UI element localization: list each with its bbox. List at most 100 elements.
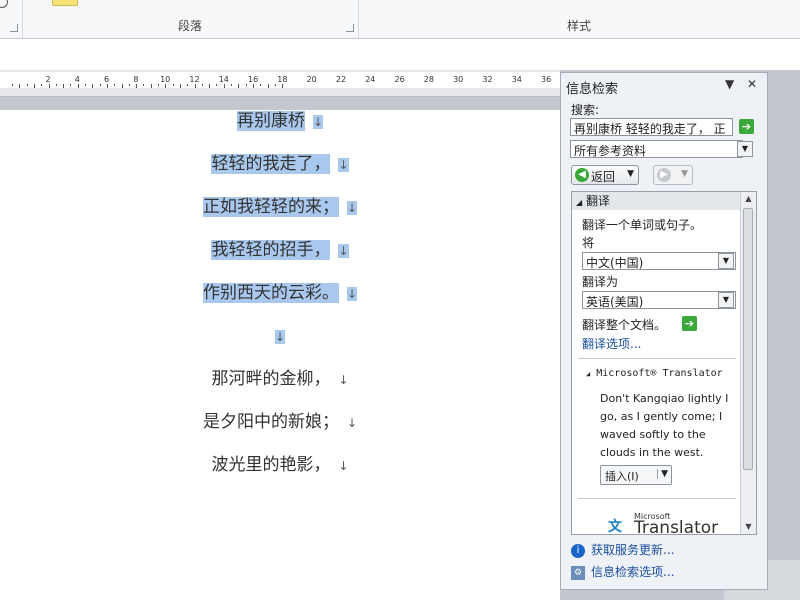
search-input[interactable]: 再别康桥 轻轻的我走了， 正 <box>570 118 733 136</box>
paragraph-mark-icon: ↓ <box>338 459 349 473</box>
translate-document-link[interactable]: 翻译整个文档。 <box>582 316 666 333</box>
ruler-number: 8 <box>133 75 139 84</box>
ruler-tick <box>48 84 50 88</box>
ruler-tick <box>92 84 94 88</box>
back-button[interactable]: ◀ 返回 ▼ <box>571 165 639 185</box>
ruler-number: 22 <box>335 75 347 84</box>
ruler-tick <box>143 84 145 86</box>
paragraph-mark-icon: ↓ <box>338 373 349 387</box>
ribbon-group-label: 段落 <box>177 19 202 33</box>
close-icon[interactable]: ✕ <box>747 77 757 91</box>
translation-text: Don't Kangqiao lightly I go, as I gently… <box>600 392 729 459</box>
chevron-down-icon[interactable]: ▼ <box>718 253 734 269</box>
ruler-number: 4 <box>74 75 80 84</box>
paragraph-mark-icon: ↓ <box>312 115 324 129</box>
document-line[interactable]: 正如我轻轻的来； ↓ <box>0 186 560 228</box>
search-label: 搜索: <box>571 103 600 117</box>
translator-logo-icon: 文 <box>608 519 622 535</box>
research-options-link[interactable]: ⚙ 信息检索选项... <box>571 563 674 580</box>
ribbon: 段落 样式 <box>0 0 800 39</box>
ruler-tick <box>12 84 13 86</box>
ruler-tick <box>201 84 203 86</box>
ribbon-group-styles: 样式 <box>358 0 800 38</box>
from-language-select[interactable]: 中文(中国) <box>582 252 736 270</box>
ruler-tick <box>150 84 152 88</box>
ruler-tick <box>216 84 218 86</box>
document-line-text: 再别康桥 <box>236 111 305 131</box>
document-line[interactable]: 是夕阳中的新娘； ↓ <box>0 401 560 443</box>
logo-big-text: Translator <box>634 518 719 535</box>
ribbon-group-label: 样式 <box>566 19 591 33</box>
chevron-down-icon[interactable]: ▼ <box>627 169 634 179</box>
ruler-number: 2 <box>45 75 51 84</box>
horizontal-ruler[interactable]: 2468101214161820222426283032343638 <box>0 70 580 97</box>
paragraph-mark-icon: ↓ <box>346 287 358 301</box>
document-line-text: 轻轻的我走了， <box>211 154 331 174</box>
document-line[interactable]: 波光里的艳影， ↓ <box>0 444 560 486</box>
document-line-text: 是夕阳中的新娘； <box>202 412 339 432</box>
document-line[interactable]: 轻轻的我走了， ↓ <box>0 143 560 185</box>
pane-menu-icon[interactable]: ▼ <box>725 77 734 91</box>
results-scrollbar[interactable]: ▲ ▼ <box>740 192 756 534</box>
ruler-number: 18 <box>277 75 288 84</box>
document-line[interactable]: 我轻轻的招手， ↓ <box>0 229 560 271</box>
ruler-tick <box>55 84 57 86</box>
ruler-tick <box>165 84 167 88</box>
ruler-number: 10 <box>160 75 171 84</box>
ruler-number: 30 <box>453 75 464 84</box>
ruler-tick <box>41 84 43 86</box>
provider-header[interactable]: ◢ Microsoft® Translator <box>586 368 723 379</box>
document-line[interactable]: ↓ <box>0 315 560 357</box>
to-language-label: 翻译为 <box>582 275 619 289</box>
ruler-strip: 2468101214161820222426283032343638 <box>0 72 580 88</box>
source-select[interactable]: 所有参考资料 <box>570 140 743 158</box>
ruler-tick <box>114 84 116 86</box>
ruler-tick <box>85 84 86 86</box>
ruler-tick <box>209 84 211 88</box>
get-updates-link[interactable]: i 获取服务更新... <box>571 541 674 558</box>
ruler-tick <box>121 84 123 88</box>
ruler-number: 36 <box>541 75 552 84</box>
translate-go-icon[interactable]: ➔ <box>682 316 697 331</box>
ruler-number: 24 <box>365 75 376 84</box>
scroll-down-icon[interactable]: ▼ <box>741 520 756 534</box>
scroll-thumb[interactable] <box>743 208 753 470</box>
ruler-tick <box>267 84 269 88</box>
ruler-tick <box>238 84 240 88</box>
translate-section-header[interactable]: ◢ 翻译 <box>572 192 740 210</box>
insert-button[interactable]: 插入(I) ▼ <box>600 465 672 485</box>
to-language-select[interactable]: 英语(美国) <box>582 291 736 309</box>
ribbon-group-prev <box>0 0 23 38</box>
research-pane: 信息检索 ▼ ✕ 搜索: 再别康桥 轻轻的我走了， 正 ➔ 所有参考资料 ▼ ◀… <box>560 72 768 590</box>
pane-title: 信息检索 <box>566 82 619 97</box>
chevron-down-icon[interactable]: ▼ <box>737 141 753 157</box>
scroll-up-icon[interactable]: ▲ <box>741 192 756 206</box>
paragraph-mark-icon: ↓ <box>338 158 349 172</box>
chevron-down-icon[interactable]: ▼ <box>718 292 734 308</box>
ruler-number: 32 <box>482 75 493 84</box>
paragraph-mark-icon: ↓ <box>346 416 358 430</box>
ruler-tick <box>70 84 72 86</box>
collapse-triangle-icon: ◢ <box>586 370 591 378</box>
dialog-launcher-icon[interactable] <box>10 24 18 32</box>
paragraph-mark-icon: ↓ <box>338 244 349 258</box>
forward-button[interactable]: ▶ ▼ <box>653 165 693 185</box>
document-page[interactable]: 再别康桥 ↓ 轻轻的我走了， ↓ 正如我轻轻的来； ↓ 我轻轻的招手， ↓ 作别西天的云彩。 ↓ ↓… <box>0 110 560 600</box>
chevron-down-icon[interactable]: ▼ <box>681 169 688 179</box>
document-line[interactable]: 作别西天的云彩。 ↓ <box>0 272 560 314</box>
translate-options-link[interactable]: 翻译选项... <box>582 335 641 352</box>
ruler-tick <box>223 84 225 88</box>
dialog-launcher-icon[interactable] <box>346 24 354 32</box>
ruler-number: 20 <box>306 75 317 84</box>
document-line[interactable]: 那河畔的金柳， ↓ <box>0 358 560 400</box>
chevron-down-icon[interactable]: ▼ <box>657 469 668 479</box>
divider <box>578 498 736 499</box>
document-line-text: 那河畔的金柳， <box>211 369 331 389</box>
search-go-icon[interactable]: ➔ <box>739 119 754 134</box>
document-line[interactable]: 再别康桥 ↓ <box>0 100 560 142</box>
ruler-number: 12 <box>189 75 200 84</box>
ruler-tick <box>172 84 174 86</box>
ruler-tick <box>194 84 196 88</box>
insert-button-label: 插入(I) <box>605 470 639 483</box>
ruler-tick <box>260 84 262 86</box>
